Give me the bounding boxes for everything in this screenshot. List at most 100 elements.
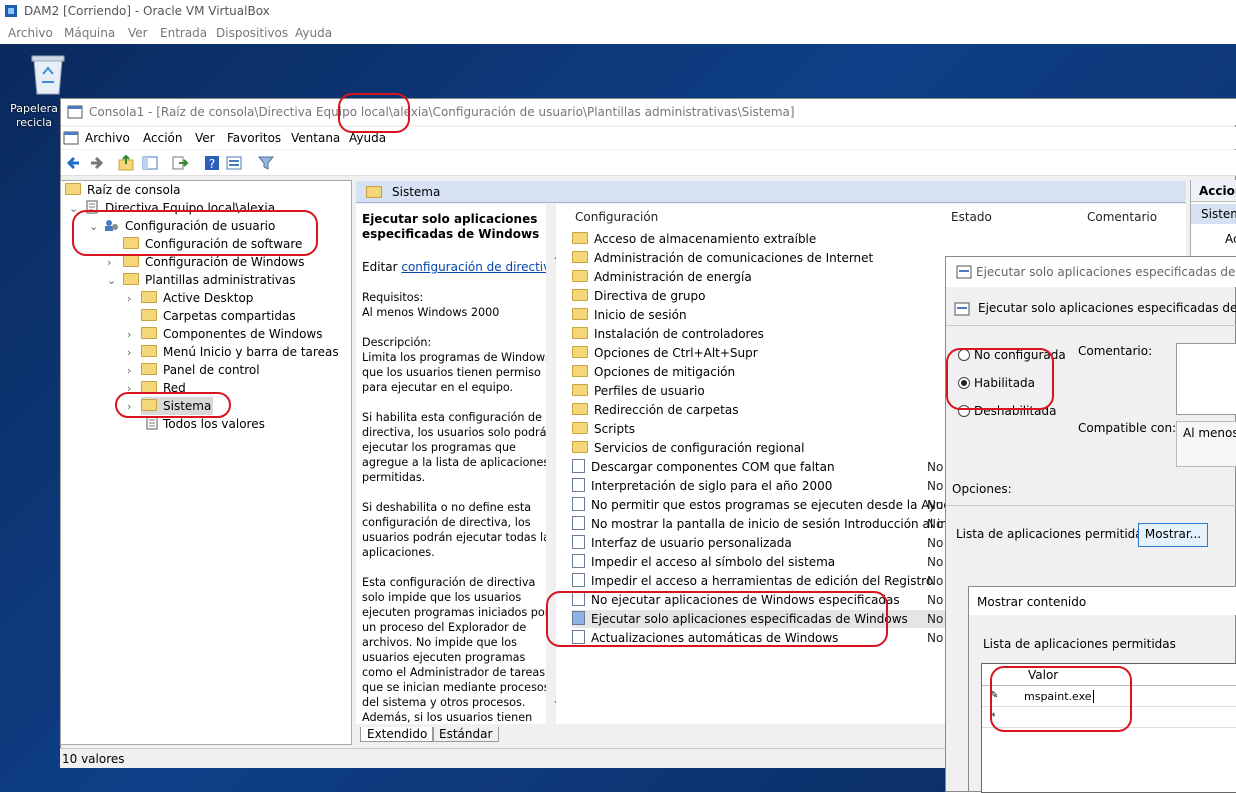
column-estado[interactable]: Estado [951, 210, 992, 224]
policy-dialog-subtitle: Ejecutar solo aplicaciones especificadas… [978, 301, 1236, 315]
vbox-menu-ver[interactable]: Ver [128, 26, 148, 40]
list-item-label: Administración de energía [594, 270, 752, 284]
status-bar: 10 valores [60, 748, 950, 768]
chevron-right-icon[interactable]: › [127, 364, 131, 377]
chevron-right-icon[interactable]: › [127, 346, 131, 359]
description-line: un proceso del Explorador de [362, 621, 527, 634]
comment-field[interactable] [1176, 343, 1236, 415]
policy-row[interactable]: Interpretación de siglo para el año 2000 [572, 477, 972, 495]
actions-subitem[interactable]: Ac [1225, 232, 1236, 246]
all-settings-icon [146, 416, 158, 430]
policy-row[interactable]: Impedir el acceso al símbolo del sistema [572, 553, 972, 571]
description-line: para ejecutar en el equipo. [362, 381, 514, 394]
policy-name: No permitir que estos programas se ejecu… [591, 498, 959, 512]
folder-icon [572, 251, 588, 263]
column-configuracion[interactable]: Configuración [575, 210, 658, 224]
vbox-menu-archivo[interactable]: Archivo [8, 26, 53, 40]
policy-setting-icon [572, 497, 585, 511]
policy-setting-icon [572, 573, 585, 587]
policy-row[interactable]: Interfaz de usuario personalizada [572, 534, 972, 552]
show-button[interactable]: Mostrar... [1138, 523, 1208, 547]
vbox-menu-ayuda[interactable]: Ayuda [295, 26, 332, 40]
vbox-menu-entrada[interactable]: Entrada [160, 26, 207, 40]
list-item[interactable]: Perfiles de usuario [572, 382, 705, 400]
actions-title: Accion [1191, 180, 1236, 202]
mmc-system-icon[interactable] [63, 130, 79, 146]
list-item[interactable]: Servicios de configuración regional [572, 439, 804, 457]
recycle-bin-icon[interactable] [28, 52, 68, 96]
vbox-menu-dispositivos[interactable]: Dispositivos [216, 26, 288, 40]
tree-node-root[interactable]: Raíz de consola [65, 181, 181, 199]
policy-row[interactable]: No permitir que estos programas se ejecu… [572, 496, 972, 514]
mmc-menu-accion[interactable]: Acción [143, 131, 182, 145]
description-line: configuración de directiva, los [362, 516, 531, 529]
compatible-label: Compatible con: [1078, 421, 1177, 435]
folder-icon [141, 309, 157, 321]
divider [946, 325, 1236, 326]
policy-state: No [927, 612, 944, 626]
edit-policy-link[interactable]: configuración de directiva [401, 260, 546, 274]
show-list-label: Lista de aplicaciones permitidas [983, 637, 1176, 651]
policy-state: No [927, 593, 944, 607]
chevron-right-icon[interactable]: › [127, 292, 131, 305]
policy-state: No [927, 555, 944, 569]
policy-row[interactable]: No mostrar la pantalla de inicio de sesi… [572, 515, 972, 533]
list-item[interactable]: Scripts [572, 420, 635, 438]
edit-policy-line: Editar configuración de directiva [362, 260, 546, 274]
tree-node-start-menu[interactable]: Menú Inicio y barra de tareas [141, 343, 339, 361]
folder-icon [141, 327, 157, 339]
list-item[interactable]: Administración de comunicaciones de Inte… [572, 249, 873, 267]
folder-icon [366, 186, 382, 198]
mmc-menu-ventana[interactable]: Ventana [291, 131, 340, 145]
folder-icon [572, 346, 588, 358]
properties-view-icon[interactable] [225, 154, 243, 172]
filter-icon[interactable] [257, 154, 275, 172]
list-item[interactable]: Redirección de carpetas [572, 401, 739, 419]
policy-state: No [927, 479, 944, 493]
list-item[interactable]: Directiva de grupo [572, 287, 705, 305]
chevron-right-icon[interactable]: › [127, 328, 131, 341]
chevron-right-icon[interactable]: › [107, 256, 111, 269]
vbox-menu-maquina[interactable]: Máquina [64, 26, 115, 40]
policy-setting-icon [572, 459, 585, 473]
list-item[interactable]: Instalación de controladores [572, 325, 764, 343]
policy-setting-icon [572, 478, 585, 492]
mmc-menu-favoritos[interactable]: Favoritos [227, 131, 281, 145]
annotation-circle [990, 666, 1132, 732]
show-hide-tree-icon[interactable] [141, 154, 159, 172]
list-item[interactable]: Opciones de mitigación [572, 363, 735, 381]
list-item[interactable]: Opciones de Ctrl+Alt+Supr [572, 344, 758, 362]
back-arrow-icon[interactable] [65, 154, 83, 172]
list-item[interactable]: Inicio de sesión [572, 306, 687, 324]
details-title: Sistema [392, 185, 441, 199]
help-icon[interactable]: ? [203, 154, 221, 172]
tree-node-control-panel[interactable]: Panel de control [141, 361, 260, 379]
mmc-menu-ver[interactable]: Ver [195, 131, 215, 145]
list-item[interactable]: Acceso de almacenamiento extraíble [572, 230, 816, 248]
description-line: archivos. No impide que los [362, 636, 517, 649]
description-line: directiva, los usuarios solo podrán [362, 426, 546, 439]
folder-icon [572, 232, 588, 244]
actions-item[interactable]: Sistem [1191, 204, 1236, 224]
forward-arrow-icon[interactable] [87, 154, 105, 172]
policy-name: Descargar componentes COM que faltan [591, 460, 835, 474]
mmc-menu-ayuda[interactable]: Ayuda [349, 131, 386, 145]
description-line: Limita los programas de Windows [362, 351, 546, 364]
chevron-down-icon[interactable]: ⌄ [107, 274, 116, 287]
tab-estandar[interactable]: Estándar [432, 727, 500, 742]
list-item[interactable]: Administración de energía [572, 268, 752, 286]
tree-node-shared-folders[interactable]: Carpetas compartidas [141, 307, 296, 325]
tree-node-templates[interactable]: Plantillas administrativas [123, 271, 296, 289]
up-folder-icon[interactable] [117, 154, 135, 172]
tree-node-active-desktop[interactable]: Active Desktop [141, 289, 253, 307]
tree-node-windows-components[interactable]: Componentes de Windows [141, 325, 323, 343]
folder-icon [123, 255, 139, 267]
policy-row[interactable]: Descargar componentes COM que faltan [572, 458, 972, 476]
tab-extendido[interactable]: Extendido [360, 727, 435, 742]
show-contents-title: Mostrar contenido [977, 595, 1087, 609]
mmc-title: Consola1 - [Raíz de consola\Directiva Eq… [89, 105, 795, 119]
mmc-menu-archivo[interactable]: Archivo [85, 131, 130, 145]
policy-row[interactable]: Impedir el acceso a herramientas de edic… [572, 572, 972, 590]
export-list-icon[interactable] [171, 154, 189, 172]
column-comentario[interactable]: Comentario [1087, 210, 1157, 224]
